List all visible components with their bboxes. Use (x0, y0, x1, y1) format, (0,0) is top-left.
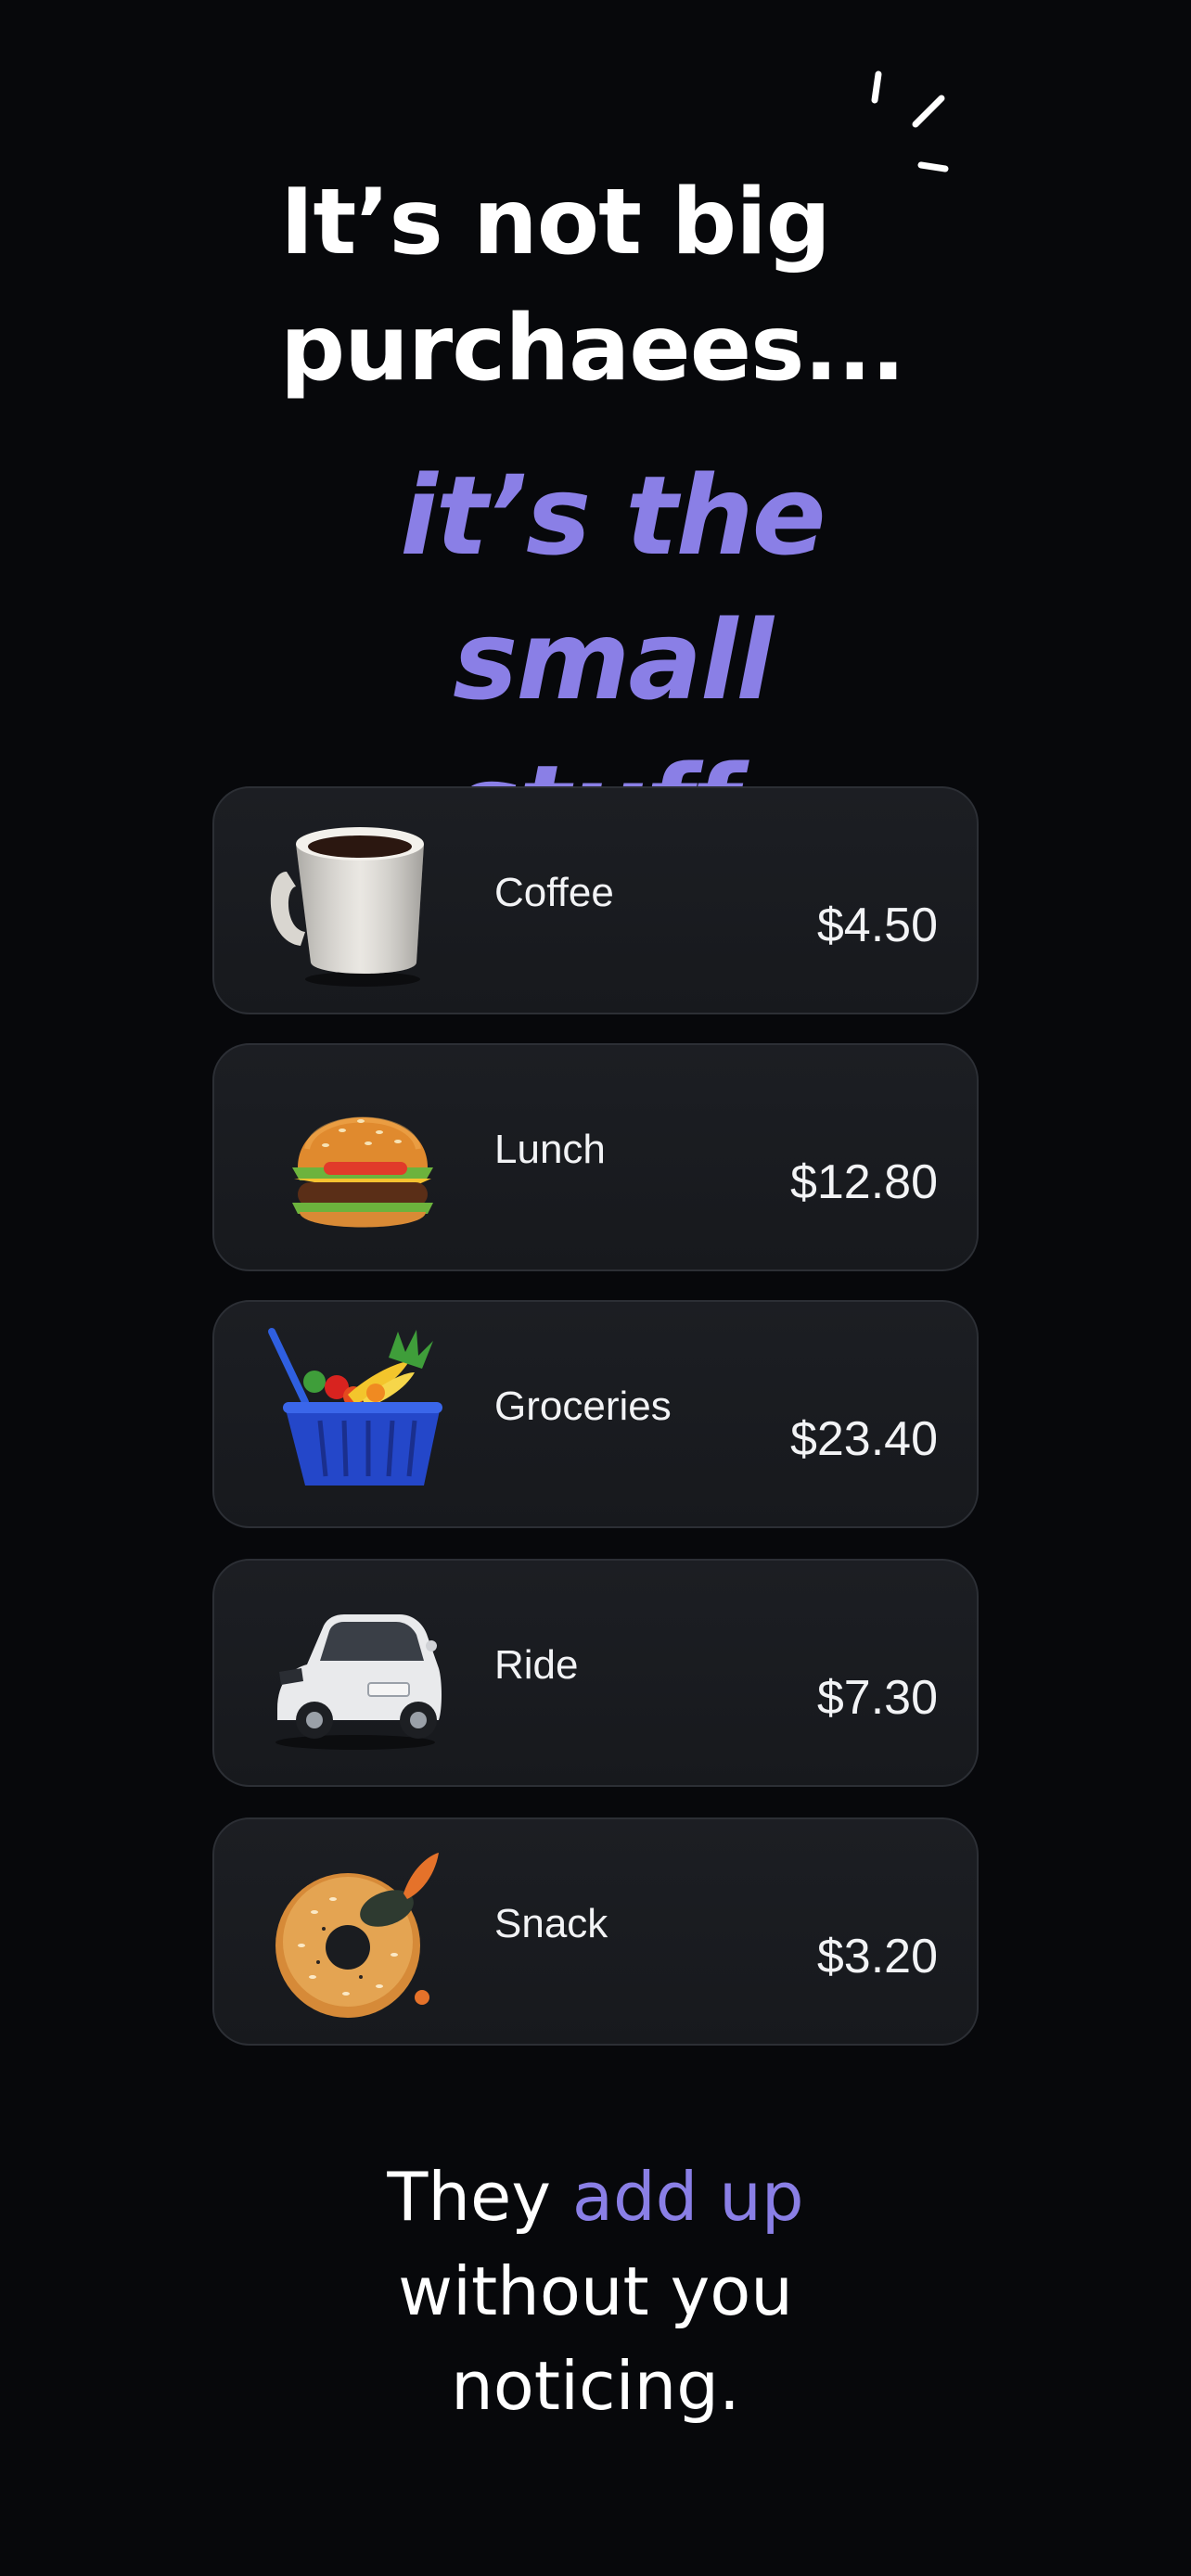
expense-card-snack[interactable]: Snack $3.20 (212, 1817, 979, 2046)
expense-price: $4.50 (816, 899, 938, 952)
car-icon (275, 1614, 442, 1750)
footer-text: They (387, 2158, 572, 2236)
coffee-mug-icon (270, 827, 424, 987)
expense-price: $12.80 (789, 1155, 938, 1209)
footer-highlight: add up (571, 2158, 804, 2236)
expense-price: $3.20 (816, 1930, 938, 1983)
grocery-basket-icon (268, 1328, 442, 1486)
footer-line-2: without you (398, 2252, 793, 2330)
headline-line-1: It’s not big (280, 170, 831, 275)
footer-message: They add up without you noticing. (224, 2149, 967, 2433)
burger-icon (292, 1116, 433, 1228)
headline: It’s not big purchaees... (280, 159, 1041, 412)
expense-card-coffee[interactable]: Coffee $4.50 (212, 786, 979, 1014)
footer-line-3: noticing. (451, 2347, 740, 2425)
expense-label: Coffee (494, 870, 614, 915)
expense-price: $23.40 (789, 1412, 938, 1466)
subheadline-line-1: it’s the small (400, 452, 826, 724)
expense-label: Lunch (494, 1127, 606, 1172)
expense-card-ride[interactable]: Ride $7.30 (212, 1559, 979, 1787)
expense-card-groceries[interactable]: Groceries $23.40 (212, 1300, 979, 1528)
expense-label: Ride (494, 1642, 579, 1688)
bagel-icon (275, 1853, 439, 2018)
expense-card-lunch[interactable]: Lunch $12.80 (212, 1043, 979, 1271)
expense-label: Groceries (494, 1384, 672, 1429)
headline-line-2: purchaees... (280, 296, 905, 402)
expense-price: $7.30 (816, 1671, 938, 1725)
expense-label: Snack (494, 1901, 608, 1946)
